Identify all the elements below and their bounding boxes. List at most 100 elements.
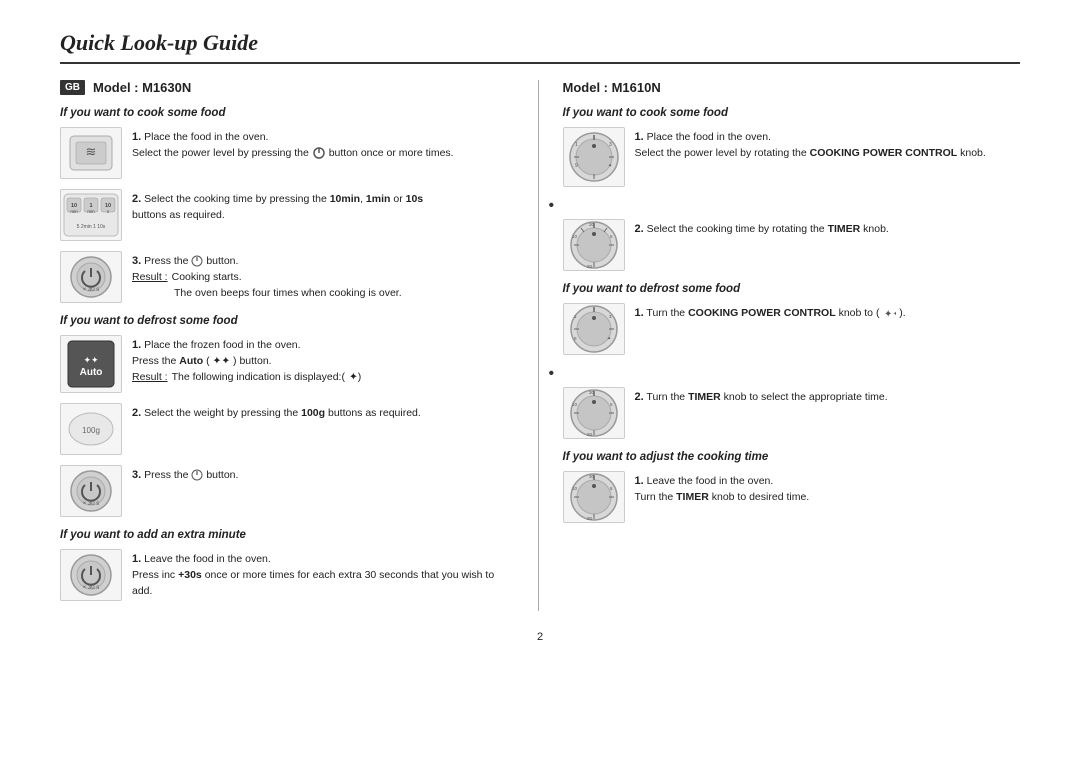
svg-text:✦✦: ✦✦ (83, 355, 99, 365)
svg-text:10: 10 (572, 402, 578, 407)
left-defrost-step3-content: 3. Press the button. (132, 465, 518, 484)
right-cook-step2-image: 30 10 5 20 (563, 219, 625, 271)
right-cook-step2-content: 2. Select the cooking time by rotating t… (635, 219, 1021, 238)
svg-text:10: 10 (572, 486, 578, 491)
start-button-icon: × 30 s (65, 253, 117, 301)
step3-text1: Press the (144, 255, 188, 267)
left-defrost-step2: 100g 2. Select the weight by pressing th… (60, 403, 518, 455)
svg-text:✦: ✦ (608, 163, 612, 169)
right-column: Model : M1610N If you want to cook some … (539, 80, 1021, 611)
step1-line3: button once or more times. (329, 147, 454, 159)
plus30s-button-icon: × 30 s (65, 551, 117, 599)
r-defrost-step1-bold: COOKING POWER CONTROL (688, 307, 836, 319)
left-cook-step3-content: 3. Press the button. Result : Cooking st… (132, 251, 518, 301)
left-extra-step1-content: 1. Leave the food in the oven. Press inc… (132, 549, 518, 599)
left-defrost-step2-text: 2. Select the weight by pressing the 100… (132, 405, 518, 422)
r-step1-text3: knob. (960, 147, 986, 159)
weight-buttons-icon: 100g (64, 407, 118, 451)
step2-text1: Select the cooking time by pressing the (144, 193, 327, 205)
right-defrost-step1-text: 1. Turn the COOKING POWER CONTROL knob t… (635, 305, 1021, 322)
left-cook-step1-text: 1. Place the food in the oven. Select th… (132, 129, 518, 162)
timer-knob3-icon: 30 10 5 20 (567, 470, 621, 524)
svg-text:✦✦: ✦✦ (884, 309, 896, 319)
left-defrost-step3-image: × 30 s (60, 465, 122, 517)
left-cook-step1-content: 1. Place the food in the oven. Select th… (132, 127, 518, 162)
right-cook-step1-image: 1 3 9 ✦ (563, 127, 625, 187)
svg-text:30: 30 (589, 474, 595, 479)
step3-text2: button. (206, 255, 238, 267)
svg-text:Auto: Auto (80, 367, 103, 378)
left-cook-step3-result: Result : Cooking starts. (132, 270, 518, 286)
right-section3-title: If you want to adjust the cooking time (563, 451, 1021, 463)
svg-text:✦: ✦ (607, 336, 611, 342)
r-defrost-step1-text2: knob to ( (839, 307, 880, 319)
r-step1-text1: Place the food in the oven. (647, 131, 771, 143)
left-extra-step1: × 30 s 1. Leave the food in the oven. Pr… (60, 549, 518, 601)
svg-text:min: min (87, 209, 95, 214)
step2-bold2: 1min (366, 193, 391, 205)
left-defrost-step3: × 30 s 3. Press the button. (60, 465, 518, 517)
svg-text:≋: ≋ (86, 144, 97, 159)
svg-text:× 30 s: × 30 s (83, 501, 100, 507)
left-model-title: Model : M1630N (93, 80, 191, 95)
defrost-step3-text1: Press the (144, 469, 188, 481)
result-label: Result : (132, 270, 168, 286)
left-defrost-step1-content: 1. Place the frozen food in the oven. Pr… (132, 335, 518, 385)
defrost-step1-num: 1. (132, 339, 141, 351)
right-model-title: Model : M1610N (563, 80, 661, 95)
bullet2: • (549, 365, 1021, 383)
r-step2-text1: Select the cooking time by rotating the (647, 223, 825, 235)
r-step1-num: 1. (635, 131, 644, 143)
r-defrost-step2-num: 2. (635, 391, 644, 403)
left-cook-step2-text: 2. Select the cooking time by pressing t… (132, 191, 518, 224)
bullet1: • (549, 197, 1021, 215)
left-extra-step1-image: × 30 s (60, 549, 122, 601)
right-defrost-step1: 1 3 9 ✦ 1. Turn the COOKING POWER CONTRO… (563, 303, 1021, 355)
r-defrost-step1-text1: Turn the (646, 307, 685, 319)
svg-text:20: 20 (587, 432, 593, 437)
left-extra-step1-text: 1. Leave the food in the oven. Press inc… (132, 551, 518, 599)
step2-or: or (393, 193, 405, 205)
left-cook-step2: 10 min 1 min 10 s 5 2min 1 10s 2. (60, 189, 518, 241)
start-symbol2-inline (191, 469, 203, 481)
step1-num: 1. (132, 131, 141, 143)
defrost-step1-bold: Auto (179, 355, 203, 367)
left-defrost-step3-text: 3. Press the button. (132, 467, 518, 484)
svg-text:3: 3 (609, 142, 612, 148)
power-symbol-inline (312, 146, 326, 160)
defrost-symbol: ✦) (349, 370, 361, 386)
defrost-result-label: Result : (132, 370, 168, 386)
right-cook-step1-text: 1. Place the food in the oven. Select th… (635, 129, 1021, 162)
left-cook-step1: ≋ 1. Place the food in the oven. Select … (60, 127, 518, 179)
svg-text:min: min (70, 209, 78, 214)
svg-text:× 30 s: × 30 s (83, 585, 100, 591)
left-column: GB Model : M1630N If you want to cook so… (60, 80, 539, 611)
defrost-step1-text2: Press the (132, 355, 176, 367)
left-model-header: GB Model : M1630N (60, 80, 518, 95)
defrost-step1-text3: ( ✦✦ ) button. (206, 355, 271, 367)
r-step1-text2: Select the power level by rotating the (635, 147, 807, 159)
svg-text:9: 9 (575, 163, 578, 169)
result1: Cooking starts. (172, 270, 242, 286)
extra-step1-text1: Leave the food in the oven. (144, 553, 271, 565)
r-defrost-step1-num: 1. (635, 307, 644, 319)
left-defrost-step2-image: 100g (60, 403, 122, 455)
right-adjust-step1: 30 10 5 20 1. Leave the food in the oven… (563, 471, 1021, 523)
r-adjust-step1-text2: Turn the (635, 491, 674, 503)
left-defrost-step1: ✦✦ Auto 1. Place the frozen food in the … (60, 335, 518, 393)
svg-text:20: 20 (587, 516, 593, 521)
right-model-header: Model : M1610N (563, 80, 1021, 95)
left-defrost-step2-content: 2. Select the weight by pressing the 100… (132, 403, 518, 422)
right-section2-title: If you want to defrost some food (563, 283, 1021, 295)
left-cook-step3-text: 3. Press the button. Result : Cooking st… (132, 253, 518, 301)
left-section2-title: If you want to defrost some food (60, 315, 518, 327)
right-section1-title: If you want to cook some food (563, 107, 1021, 119)
left-defrost-step1-image: ✦✦ Auto (60, 335, 122, 393)
page-number: 2 (60, 631, 1020, 643)
r-defrost-step2-bold: TIMER (688, 391, 721, 403)
step2-bold3: 10s (406, 193, 424, 205)
r-step1-bold: COOKING POWER CONTROL (810, 147, 958, 159)
start-button2-icon: × 30 s (65, 467, 117, 515)
defrost-step3-text2: button. (206, 469, 238, 481)
r-adjust-step1-text3: knob to desired time. (712, 491, 809, 503)
